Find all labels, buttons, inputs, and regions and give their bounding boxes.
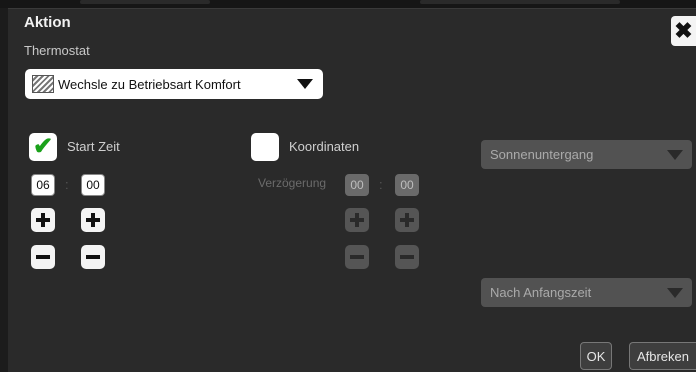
- plus-icon: [86, 213, 100, 227]
- delay-hours-minus-button[interactable]: [345, 245, 369, 269]
- sun-event-select[interactable]: Sonnenuntergang: [481, 140, 692, 169]
- minus-icon: [36, 255, 50, 259]
- minus-icon: [86, 255, 100, 259]
- device-label: Thermostat: [24, 43, 90, 58]
- action-select-value: Wechsle zu Betriebsart Komfort: [58, 76, 241, 92]
- dialog-title: Aktion: [24, 14, 71, 31]
- delay-minutes-plus-button[interactable]: [395, 208, 419, 232]
- delay-hours-plus-button[interactable]: [345, 208, 369, 232]
- start-hours-plus-button[interactable]: [31, 208, 55, 232]
- start-minutes-minus-button[interactable]: [81, 245, 105, 269]
- coordinates-label: Koordinaten: [289, 139, 360, 154]
- minus-icon: [400, 255, 414, 259]
- cancel-button[interactable]: Afbreken: [629, 342, 696, 370]
- delay-label: Verzögerung: [258, 176, 327, 190]
- faded-header-text: [80, 0, 210, 4]
- sun-event-select-value: Sonnenuntergang: [490, 147, 594, 162]
- start-minutes-input[interactable]: 00: [81, 174, 105, 196]
- minus-icon: [350, 255, 364, 259]
- close-icon: ✖: [674, 18, 693, 43]
- action-select[interactable]: Wechsle zu Betriebsart Komfort: [25, 69, 323, 99]
- top-strip: [0, 0, 696, 8]
- after-start-select[interactable]: Nach Anfangszeit: [481, 278, 692, 307]
- chevron-down-icon: [297, 79, 313, 89]
- delay-hours-input[interactable]: 00: [345, 174, 369, 196]
- start-time-label: Start Zeit: [67, 139, 120, 154]
- after-start-select-value: Nach Anfangszeit: [490, 285, 592, 300]
- chevron-down-icon: [667, 149, 683, 160]
- delay-minutes-input[interactable]: 00: [395, 174, 419, 196]
- plus-icon: [36, 213, 50, 227]
- plus-icon: [400, 213, 414, 227]
- start-minutes-plus-button[interactable]: [81, 208, 105, 232]
- coordinates-checkbox[interactable]: [251, 133, 279, 161]
- thermostat-icon: [32, 75, 54, 93]
- start-hours-input[interactable]: 06: [31, 174, 55, 196]
- time-separator: :: [379, 177, 383, 192]
- start-time-checkbox[interactable]: ✔: [29, 133, 57, 161]
- ok-button[interactable]: OK: [580, 342, 612, 370]
- chevron-down-icon: [667, 287, 683, 298]
- start-hours-minus-button[interactable]: [31, 245, 55, 269]
- checkmark-icon: ✔: [32, 133, 54, 160]
- time-separator: :: [65, 177, 69, 192]
- faded-header-text: [420, 0, 620, 4]
- delay-minutes-minus-button[interactable]: [395, 245, 419, 269]
- close-button[interactable]: ✖: [671, 16, 696, 46]
- plus-icon: [350, 213, 364, 227]
